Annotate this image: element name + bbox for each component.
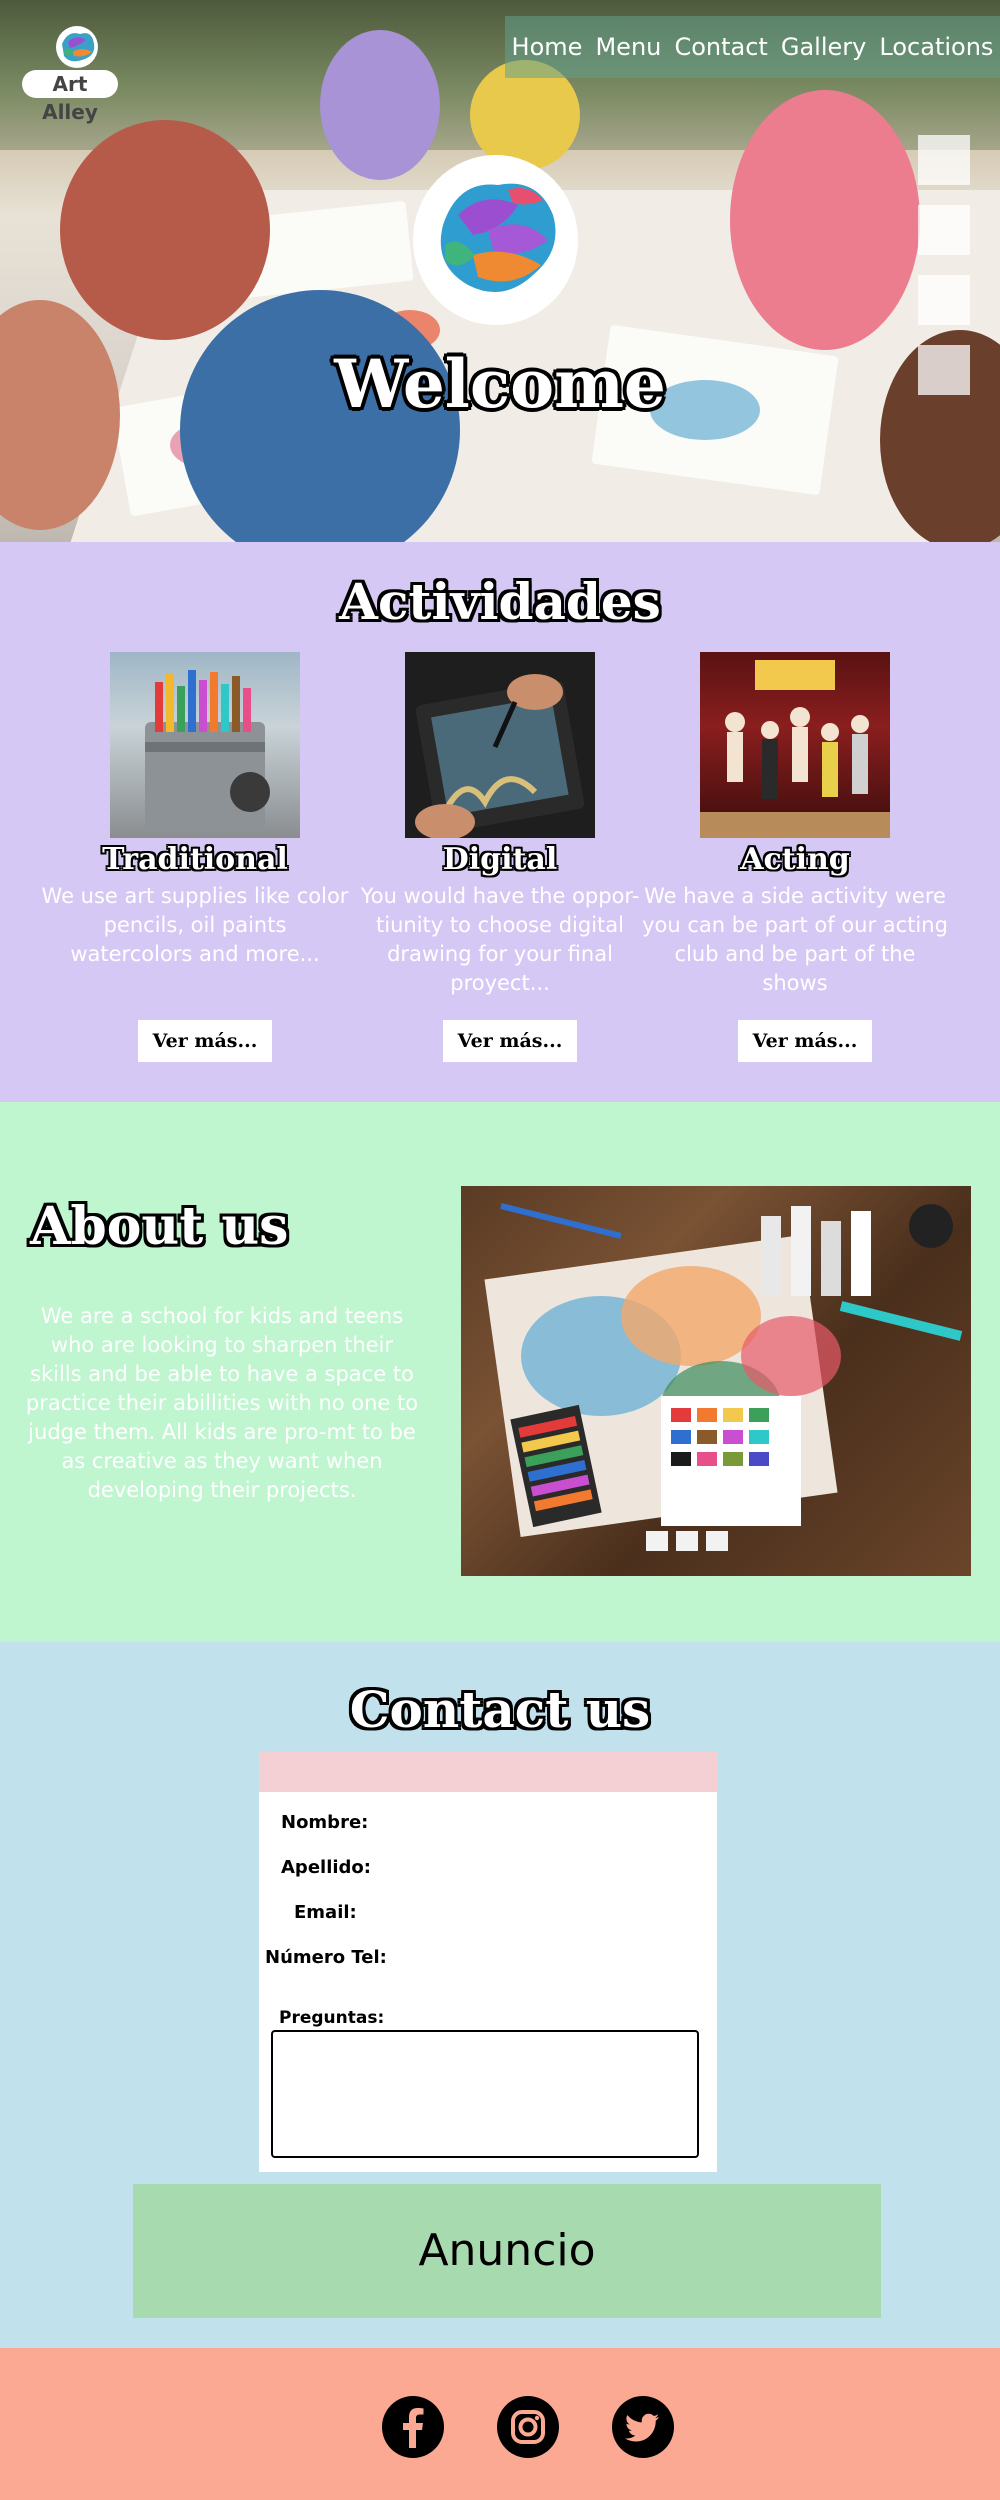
about-title: About us bbox=[30, 1196, 289, 1257]
hero-section: Art Alley Home Menu Contact Gallery Loca… bbox=[0, 0, 1000, 542]
pencil-bucket-illustration bbox=[145, 670, 270, 832]
hero-child bbox=[730, 90, 920, 350]
activities-title: Actividades bbox=[339, 572, 661, 631]
digital-more-button[interactable]: Ver más... bbox=[443, 1020, 577, 1062]
acting-image bbox=[700, 652, 890, 838]
tel-label: Número Tel: bbox=[265, 1947, 387, 1968]
drawing-tablet-illustration bbox=[415, 674, 585, 838]
nombre-input[interactable] bbox=[375, 1808, 695, 1834]
hero-logo-icon bbox=[413, 155, 578, 325]
slider-dot[interactable] bbox=[918, 135, 970, 185]
contact-title: Contact us bbox=[349, 1680, 651, 1739]
activity-name-digital: Digital bbox=[442, 842, 558, 877]
digital-image bbox=[405, 652, 595, 838]
activity-card-acting: Acting We have a side activity were you … bbox=[630, 652, 948, 1072]
acting-more-button[interactable]: Ver más... bbox=[738, 1020, 872, 1062]
nav-gallery[interactable]: Gallery bbox=[781, 33, 866, 61]
hero-title: Welcome bbox=[334, 345, 666, 423]
brand-logo[interactable]: Art Alley bbox=[18, 20, 122, 124]
contact-section: Contact us Nombre: Apellido: Email: Núme… bbox=[0, 1642, 1000, 2348]
activity-desc-digital: You would have the oppor-tiunity to choo… bbox=[360, 884, 640, 995]
tel-input[interactable] bbox=[385, 1943, 695, 1969]
traditional-more-button[interactable]: Ver más... bbox=[138, 1020, 272, 1062]
activities-section: Actividades Traditional We use art suppl… bbox=[0, 542, 1000, 1102]
nav-locations[interactable]: Locations bbox=[879, 33, 993, 61]
logo-text: Art Alley bbox=[22, 70, 118, 124]
nav-menu[interactable]: Menu bbox=[595, 33, 661, 61]
activity-name-acting: Acting bbox=[740, 842, 850, 877]
email-input[interactable] bbox=[375, 1898, 695, 1924]
about-section: About us We are a school for kids and te… bbox=[0, 1102, 1000, 1642]
hero-child bbox=[60, 120, 270, 340]
logo-mark-icon bbox=[56, 26, 98, 68]
activity-desc-traditional: We use art supplies like color pencils, … bbox=[41, 884, 349, 966]
slider-dot[interactable] bbox=[918, 205, 970, 255]
nombre-label: Nombre: bbox=[281, 1812, 369, 1833]
nav-home[interactable]: Home bbox=[512, 33, 583, 61]
form-header-bar bbox=[259, 1752, 717, 1792]
preguntas-label: Preguntas: bbox=[279, 2008, 385, 2028]
apellido-input[interactable] bbox=[375, 1853, 695, 1879]
twitter-icon[interactable] bbox=[612, 2396, 674, 2458]
preguntas-textarea[interactable] bbox=[271, 2030, 699, 2158]
about-image bbox=[461, 1186, 971, 1576]
activity-card-traditional: Traditional We use art supplies like col… bbox=[40, 652, 348, 1072]
traditional-image bbox=[110, 652, 300, 838]
slider-dot[interactable] bbox=[918, 275, 970, 325]
nav-contact[interactable]: Contact bbox=[674, 33, 767, 61]
facebook-icon[interactable] bbox=[382, 2396, 444, 2458]
art-supplies-illustration bbox=[484, 1203, 963, 1551]
main-nav: Home Menu Contact Gallery Locations bbox=[505, 16, 1000, 78]
hero-child bbox=[320, 30, 440, 180]
ad-banner[interactable]: Anuncio bbox=[133, 2184, 881, 2318]
activity-desc-acting: We have a side activity were you can be … bbox=[642, 884, 948, 995]
contact-form: Nombre: Apellido: Email: Número Tel: Pre… bbox=[259, 1752, 717, 2172]
activity-card-digital: Digital You would have the oppor-tiunity… bbox=[335, 652, 639, 1072]
email-label: Email: bbox=[294, 1902, 357, 1923]
stage-illustration bbox=[700, 660, 890, 838]
footer bbox=[0, 2348, 1000, 2500]
about-text: We are a school for kids and teens who a… bbox=[25, 1304, 419, 1502]
apellido-label: Apellido: bbox=[281, 1857, 371, 1878]
activity-name-traditional: Traditional bbox=[102, 842, 288, 877]
instagram-icon[interactable] bbox=[497, 2396, 559, 2458]
